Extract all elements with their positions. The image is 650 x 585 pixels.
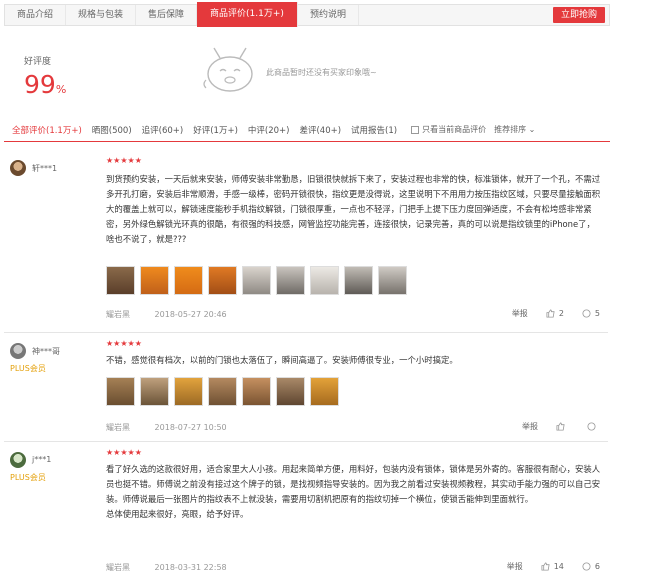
tab-reservation[interactable]: 预约说明 <box>298 5 359 25</box>
star-rating: ★★★★★ <box>106 448 142 457</box>
filter-trial-report[interactable]: 试用报告(1) <box>351 124 397 136</box>
review-photos <box>106 266 407 295</box>
review-photo[interactable] <box>208 266 237 295</box>
review-content: 到货预约安装，一天后就来安装，师傅安装非常勤恳，旧锁很快就拆下来了，安装过程也非… <box>106 174 601 244</box>
buy-now-button[interactable]: 立即抢购 <box>552 7 605 23</box>
review-photo[interactable] <box>106 266 135 295</box>
review-photos <box>106 377 339 406</box>
review-meta: 耀岩黑 2018-05-27 20:46 <box>106 309 249 320</box>
review-photo[interactable] <box>378 266 407 295</box>
review-item: j***1 PLUS会员 ★★★★★ 看了好久选的这款很好用，适合家里大人小孩。… <box>4 442 608 585</box>
product-tabs: 商品介绍 规格与包装 售后保障 商品评价(1.1万+) 预约说明 立即抢购 <box>4 2 610 27</box>
product-color: 耀岩黑 <box>106 423 130 432</box>
product-color: 耀岩黑 <box>106 563 130 572</box>
review-date: 2018-07-27 10:50 <box>154 423 227 432</box>
like-button[interactable]: 14 <box>541 562 564 571</box>
sort-dropdown[interactable]: 推荐排序 ⌄ <box>494 124 535 135</box>
filter-all[interactable]: 全部评价(1.1万+) <box>12 124 82 136</box>
review-photo[interactable] <box>208 377 237 406</box>
review-meta: 耀岩黑 2018-07-27 10:50 <box>106 422 249 433</box>
filter-followup[interactable]: 追评(60+) <box>142 124 184 136</box>
tab-product-intro[interactable]: 商品介绍 <box>5 5 67 25</box>
reviewer-name: j***1 <box>32 455 52 464</box>
thumbs-up-icon <box>556 422 565 431</box>
review-filters: 全部评价(1.1万+) 晒图(500) 追评(60+) 好评(1万+) 中评(2… <box>4 118 610 142</box>
review-photo[interactable] <box>242 377 271 406</box>
comment-icon <box>582 309 591 318</box>
review-date: 2018-03-31 22:58 <box>154 563 227 572</box>
comment-icon <box>582 562 591 571</box>
report-link[interactable]: 举报 <box>507 561 523 572</box>
rating-label: 好评度 <box>24 57 52 67</box>
thumbs-up-icon <box>546 309 555 318</box>
review-item: 神***哥 PLUS会员 ★★★★★ 不错，感觉很有档次，以前的门锁也太落伍了，… <box>4 333 608 442</box>
tab-specs[interactable]: 规格与包装 <box>66 5 137 25</box>
reply-button[interactable]: 6 <box>582 562 600 571</box>
review-content: 不错，感觉很有档次，以前的门锁也太落伍了，瞬间高逼了。安装师傅很专业，一个小时搞… <box>106 355 458 365</box>
review-photo[interactable] <box>242 266 271 295</box>
like-button[interactable] <box>556 422 569 431</box>
tab-reviews[interactable]: 商品评价(1.1万+) <box>197 2 298 27</box>
rating-summary: 好评度 99% 此商品暂时还没有买家印象哦~ <box>4 34 610 110</box>
avatar <box>10 160 26 176</box>
review-actions: 举报 2 5 <box>512 308 600 319</box>
filter-positive[interactable]: 好评(1万+) <box>193 124 238 136</box>
rating-value: 99% <box>24 70 67 99</box>
review-photo[interactable] <box>344 266 373 295</box>
review-photo[interactable] <box>174 377 203 406</box>
product-color: 耀岩黑 <box>106 310 130 319</box>
review-photo[interactable] <box>310 377 339 406</box>
only-current-product-toggle[interactable]: 只看当前商品评价 <box>411 124 486 135</box>
avatar <box>10 343 26 359</box>
reply-button[interactable] <box>587 422 600 431</box>
reviewer-name: 轩***1 <box>32 164 58 173</box>
star-rating: ★★★★★ <box>106 156 142 165</box>
review-actions: 举报 <box>522 421 600 432</box>
review-photo[interactable] <box>310 266 339 295</box>
review-item: 轩***1 ★★★★★ 到货预约安装，一天后就来安装，师傅安装非常勤恳，旧锁很快… <box>4 150 608 333</box>
plus-member-badge: PLUS会员 <box>10 473 46 482</box>
thumbs-up-icon <box>541 562 550 571</box>
review-meta: 耀岩黑 2018-03-31 22:58 <box>106 562 249 573</box>
review-actions: 举报 14 6 <box>507 561 600 572</box>
mascot-icon <box>203 47 253 92</box>
report-link[interactable]: 举报 <box>512 308 528 319</box>
star-rating: ★★★★★ <box>106 339 142 348</box>
report-link[interactable]: 举报 <box>522 421 538 432</box>
review-photo[interactable] <box>174 266 203 295</box>
comment-icon <box>587 422 596 431</box>
review-photo[interactable] <box>276 266 305 295</box>
like-button[interactable]: 2 <box>546 309 564 318</box>
review-content: 看了好久选的这款很好用，适合家里大人小孩。用起来简单方便，用料好，包装内没有锁体… <box>106 464 601 519</box>
chevron-down-icon: ⌄ <box>528 125 536 134</box>
filter-photos[interactable]: 晒图(500) <box>92 124 132 136</box>
reply-button[interactable]: 5 <box>582 309 600 318</box>
review-photo[interactable] <box>140 266 169 295</box>
reviewer-name: 神***哥 <box>32 347 60 356</box>
tab-after-sales[interactable]: 售后保障 <box>136 5 198 25</box>
filter-negative[interactable]: 差评(40+) <box>299 124 341 136</box>
checkbox-icon[interactable] <box>411 125 420 134</box>
avatar <box>10 452 26 468</box>
review-photo[interactable] <box>276 377 305 406</box>
review-date: 2018-05-27 20:46 <box>154 310 227 319</box>
filter-neutral[interactable]: 中评(20+) <box>248 124 290 136</box>
plus-member-badge: PLUS会员 <box>10 364 46 373</box>
review-photo[interactable] <box>140 377 169 406</box>
review-photo[interactable] <box>106 377 135 406</box>
no-impression-text: 此商品暂时还没有买家印象哦~ <box>266 68 377 77</box>
